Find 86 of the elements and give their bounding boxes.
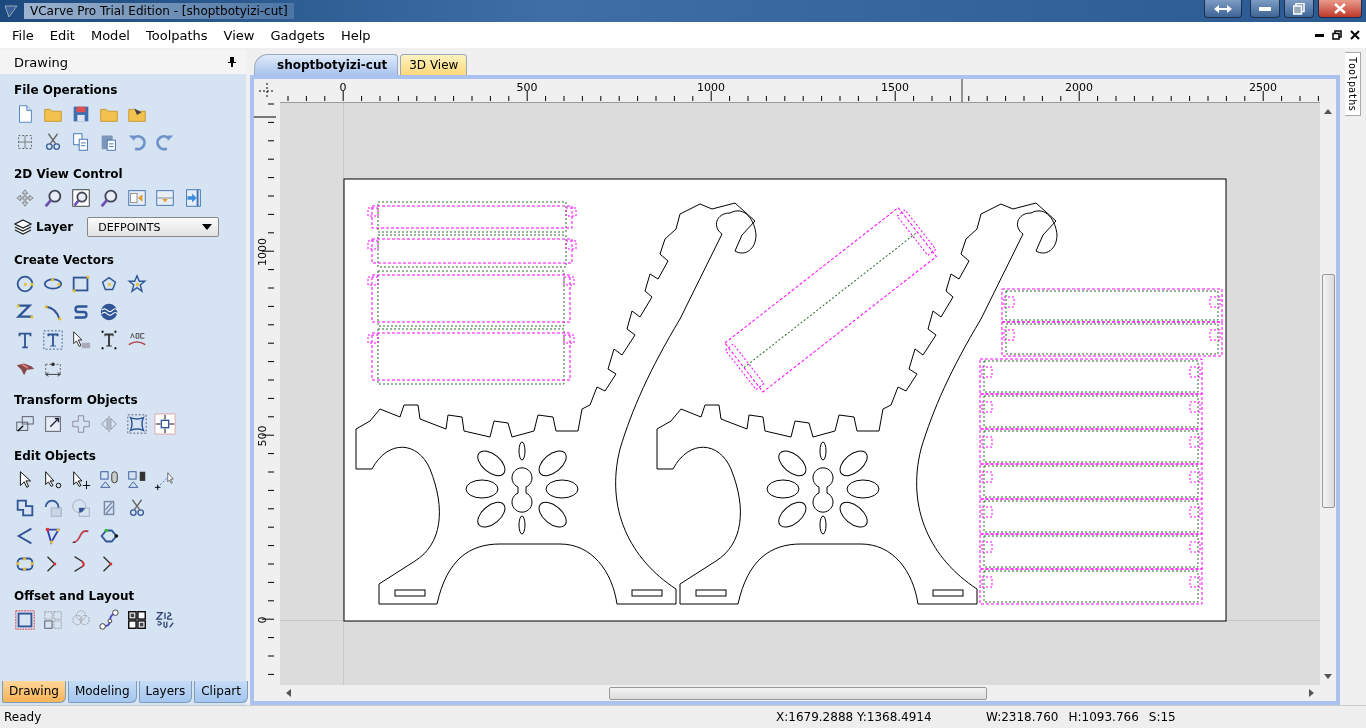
document-tab[interactable]: shoptbotyizi-cut: [254, 54, 399, 75]
distort-square-icon[interactable]: [126, 413, 148, 435]
magnifier-icon[interactable]: [42, 187, 64, 209]
menu-item[interactable]: Model: [82, 27, 138, 43]
panel-tab[interactable]: Drawing: [2, 681, 66, 703]
section-title: Create Vectors: [14, 252, 115, 269]
zoom-box-icon[interactable]: [70, 187, 92, 209]
section-title: Transform Objects: [14, 392, 139, 409]
window-title: VCarve Pro Trial Edition - [shoptbotyizi-cut]: [24, 3, 294, 19]
nesting-pattern-icon[interactable]: [154, 609, 176, 631]
tile-grid-icon[interactable]: [126, 609, 148, 631]
menu-item[interactable]: File: [4, 27, 42, 43]
bench-leg-drawing[interactable]: [656, 202, 1058, 605]
intersect-shapes-icon[interactable]: [70, 497, 92, 519]
pointer-move-icon[interactable]: [70, 469, 92, 491]
panel-split-icon[interactable]: [154, 187, 176, 209]
dotted-square-icon[interactable]: [14, 609, 36, 631]
text-box-icon[interactable]: [42, 329, 64, 351]
panel-tab[interactable]: Modeling: [67, 681, 137, 703]
selection-height: H:1093.766: [1068, 710, 1139, 724]
menu-item[interactable]: Gadgets: [262, 27, 333, 43]
menu-item[interactable]: Edit: [41, 27, 83, 43]
cursor-text-icon[interactable]: [70, 329, 92, 351]
ruler-label: 2500: [1249, 81, 1277, 94]
measure-icon[interactable]: [154, 469, 176, 491]
circle-icon[interactable]: [14, 273, 36, 295]
restore-icon: [1293, 2, 1305, 15]
menu-item[interactable]: Toolpaths: [138, 27, 216, 43]
ruler-label: 0: [256, 616, 269, 624]
document-tab[interactable]: 3D View: [400, 54, 468, 75]
app-logo-icon: [4, 4, 18, 18]
caret-icon: [202, 224, 213, 230]
magnifier-icon[interactable]: [98, 187, 120, 209]
section-title: 2D View Control: [14, 166, 124, 183]
center-square-icon[interactable]: [154, 413, 176, 435]
bench-leg-drawing[interactable]: [355, 202, 757, 605]
maximize-button[interactable]: [1284, 0, 1314, 18]
pin-icon[interactable]: [228, 57, 236, 67]
section-title: File Operations: [14, 82, 119, 99]
subtract-shapes-icon[interactable]: [42, 497, 64, 519]
layers-icon: [14, 218, 32, 236]
close-button[interactable]: [1318, 0, 1362, 18]
ruler-label: 1000: [697, 81, 725, 94]
close-icon[interactable]: [1350, 30, 1360, 40]
status-message: Ready: [3, 710, 43, 724]
close-icon: [1334, 3, 1346, 14]
selection-width: W:2318.760: [986, 710, 1059, 724]
ungroup-icon[interactable]: [126, 469, 148, 491]
scroll-left-icon[interactable]: [286, 689, 291, 697]
pointer-node-icon[interactable]: [42, 469, 64, 491]
scrollbar-thumb[interactable]: [1321, 274, 1335, 508]
ruler-label: 500: [256, 425, 269, 447]
double-arrow-icon: [1213, 3, 1233, 14]
cursor-position: X:1679.2888 Y:1368.4914: [776, 710, 933, 724]
scroll-up-icon[interactable]: [1324, 109, 1332, 114]
resize-button[interactable]: [1204, 0, 1242, 18]
minimize-icon[interactable]: [1315, 33, 1324, 37]
layer-dropdown[interactable]: DEFPOINTS: [87, 217, 220, 237]
rectangle-icon[interactable]: [70, 273, 92, 295]
grid-squares-icon[interactable]: [42, 609, 64, 631]
minimize-button[interactable]: [1250, 0, 1280, 18]
panel-tab[interactable]: Layers: [138, 681, 193, 703]
star-icon[interactable]: [126, 273, 148, 295]
scroll-right-icon[interactable]: [1309, 689, 1314, 697]
section-title: Offset and Layout: [14, 588, 136, 605]
menu-item[interactable]: View: [215, 27, 263, 43]
scrollbar-thumb[interactable]: [609, 686, 987, 700]
wave-pattern-icon[interactable]: [98, 301, 120, 323]
ruler-label: 2000: [1065, 81, 1093, 94]
panel-title: Drawing: [14, 54, 69, 70]
layer-label: Layer: [36, 220, 74, 234]
selection-count: S:15: [1148, 710, 1176, 724]
side-tab[interactable]: Toolpaths: [1345, 52, 1361, 117]
ruler-label: 0: [339, 81, 347, 94]
restore-icon[interactable]: [1332, 30, 1342, 40]
scroll-down-icon[interactable]: [1324, 674, 1332, 679]
weld-shapes-icon[interactable]: [14, 497, 36, 519]
minimize-icon: [1259, 6, 1271, 11]
group-icon[interactable]: [98, 469, 120, 491]
ruler-label: 1500: [881, 81, 909, 94]
ruler-label: 500: [516, 81, 538, 94]
ruler-label: 1000: [256, 238, 269, 266]
node-path-icon[interactable]: [98, 609, 120, 631]
menu-item[interactable]: Help: [332, 27, 379, 43]
panel-tab[interactable]: Clipart: [194, 681, 248, 703]
section-title: Edit Objects: [14, 448, 97, 465]
